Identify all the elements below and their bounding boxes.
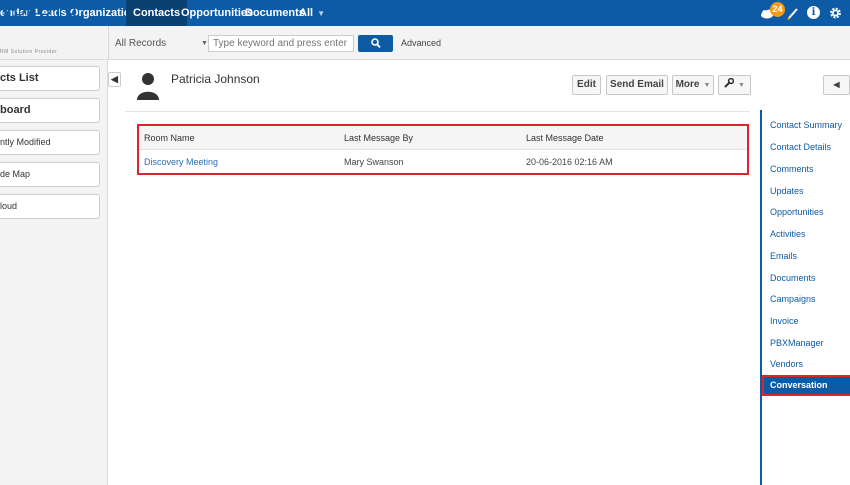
related-item-pbxmanager[interactable]: PBXManager: [762, 333, 850, 354]
info-icon[interactable]: i: [807, 6, 820, 19]
related-item-vendors[interactable]: Vendors: [762, 354, 850, 375]
records-filter-label: All Records: [115, 38, 167, 49]
search-button[interactable]: [358, 35, 393, 52]
logo-rest: PERTS: [12, 4, 77, 26]
table-row[interactable]: Discovery Meeting Mary Swanson 20-06-201…: [139, 151, 747, 173]
related-item-emails[interactable]: Emails: [762, 246, 850, 267]
column-header-last-message-date[interactable]: Last Message Date: [526, 126, 604, 150]
tools-button[interactable]: ▼: [718, 75, 751, 95]
record-title: Patricia Johnson: [171, 72, 260, 86]
related-item-documents[interactable]: Documents: [762, 268, 850, 289]
nav-documents[interactable]: Documents: [245, 0, 305, 26]
notification-badge: 24: [770, 2, 785, 17]
gear-icon[interactable]: [829, 0, 842, 26]
room-name-link[interactable]: Discovery Meeting: [144, 151, 218, 173]
related-item-updates[interactable]: Updates: [762, 181, 850, 202]
nav-opportunities[interactable]: Opportunities: [181, 0, 253, 26]
collapse-sidebar-button[interactable]: ◀: [108, 72, 121, 87]
edit-button[interactable]: Edit: [572, 75, 601, 95]
logo-x: X: [0, 4, 13, 26]
chevron-down-icon: ▼: [317, 9, 325, 18]
nav-all-label: All: [299, 7, 314, 19]
records-filter-select[interactable]: All Records ▼: [115, 36, 208, 52]
chevron-down-icon: ▼: [738, 82, 745, 89]
brand-logo[interactable]: XPERTS: [0, 4, 77, 27]
conversation-table: Room Name Last Message By Last Message D…: [137, 124, 749, 175]
top-nav: endar Leads Organizations Contacts Oppor…: [0, 0, 850, 26]
sidebar-item-google-map[interactable]: de Map: [0, 162, 100, 187]
pencil-icon[interactable]: [787, 0, 799, 26]
chevron-left-icon: ◀: [833, 80, 840, 89]
nav-all[interactable]: All ▼: [299, 0, 325, 26]
advanced-search-link[interactable]: Advanced: [401, 38, 441, 48]
related-item-activities[interactable]: Activities: [762, 224, 850, 245]
header-divider: [125, 111, 750, 112]
related-item-invoice[interactable]: Invoice: [762, 311, 850, 332]
send-email-button[interactable]: Send Email: [606, 75, 668, 95]
more-button[interactable]: More ▼: [672, 75, 714, 95]
sidebar-item-recently-modified[interactable]: ntly Modified: [0, 130, 100, 155]
user-icon: [137, 73, 159, 100]
wrench-icon: [724, 77, 735, 88]
related-item-conversation[interactable]: Conversation: [762, 375, 850, 396]
chevron-down-icon: ▼: [703, 82, 711, 89]
related-item-comments[interactable]: Comments: [762, 159, 850, 180]
search-icon: [371, 38, 381, 49]
chevron-left-icon: ◀: [111, 74, 118, 84]
related-item-campaigns[interactable]: Campaigns: [762, 289, 850, 310]
more-label: More: [675, 79, 700, 90]
related-item-opportunities[interactable]: Opportunities: [762, 202, 850, 223]
table-header: Room Name Last Message By Last Message D…: [139, 126, 747, 150]
chevron-down-icon: ▼: [201, 40, 208, 47]
sidebar-item-tag-cloud[interactable]: loud: [0, 194, 100, 219]
divider: [108, 26, 109, 60]
search-input[interactable]: [208, 35, 354, 52]
avatar: [137, 72, 159, 103]
left-sidebar: [0, 60, 108, 485]
related-list-panel: Contact Summary Contact Details Comments…: [760, 110, 850, 485]
sidebar-item-dashboard[interactable]: board: [0, 98, 100, 123]
previous-record-button[interactable]: ◀: [823, 75, 850, 95]
column-header-last-message-by[interactable]: Last Message By: [344, 126, 413, 150]
related-item-contact-summary[interactable]: Contact Summary: [762, 115, 850, 136]
related-item-contact-details[interactable]: Contact Details: [762, 137, 850, 158]
last-message-date: 20-06-2016 02:16 AM: [526, 157, 613, 167]
logo-tagline: RM Solution Provider: [0, 49, 58, 55]
last-message-by: Mary Swanson: [344, 157, 404, 167]
nav-contacts[interactable]: Contacts: [126, 0, 188, 26]
sidebar-item-contacts-list[interactable]: cts List: [0, 66, 100, 91]
column-header-room-name[interactable]: Room Name: [144, 126, 195, 150]
